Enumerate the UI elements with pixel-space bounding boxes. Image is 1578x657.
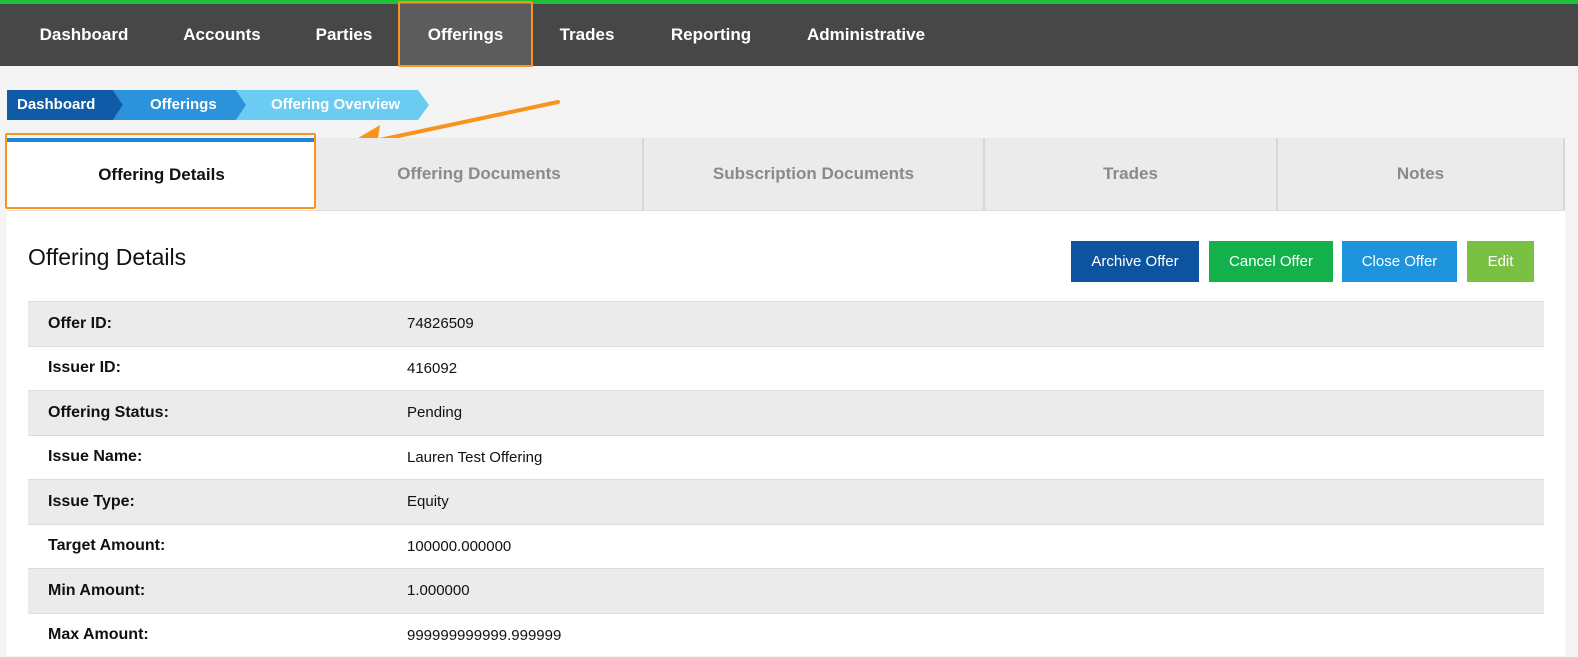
detail-label: Target Amount: (28, 537, 407, 555)
detail-label: Issue Name: (28, 448, 407, 466)
detail-row-min-amount: Min Amount: 1.000000 (28, 568, 1544, 613)
edit-button[interactable]: Edit (1467, 241, 1534, 282)
detail-label: Min Amount: (28, 582, 407, 600)
detail-value: 416092 (407, 360, 457, 377)
nav-trades[interactable]: Trades (546, 4, 628, 66)
detail-row-issue-type: Issue Type: Equity (28, 479, 1544, 524)
detail-value: 999999999999.999999 (407, 627, 561, 644)
panel-title: Offering Details (28, 244, 186, 271)
tab-offering-documents[interactable]: Offering Documents (316, 138, 642, 210)
detail-label: Issuer ID: (28, 359, 407, 377)
cancel-offer-button[interactable]: Cancel Offer (1209, 241, 1333, 282)
nav-accounts[interactable]: Accounts (166, 4, 278, 66)
detail-row-issue-name: Issue Name: Lauren Test Offering (28, 435, 1544, 480)
tab-subscription-documents[interactable]: Subscription Documents (642, 138, 983, 210)
details-table: Offer ID: 74826509 Issuer ID: 416092 Off… (28, 301, 1544, 657)
tab-offering-details[interactable]: Offering Details (7, 138, 316, 210)
tab-trades[interactable]: Trades (983, 138, 1276, 210)
detail-row-offer-id: Offer ID: 74826509 (28, 301, 1544, 346)
detail-value: 74826509 (407, 315, 474, 332)
detail-label: Issue Type: (28, 493, 407, 511)
breadcrumb-offerings[interactable]: Offerings (150, 90, 230, 120)
detail-row-max-amount: Max Amount: 999999999999.999999 (28, 613, 1544, 657)
nav-dashboard[interactable]: Dashboard (18, 4, 150, 66)
detail-value: 1.000000 (407, 582, 470, 599)
nav-offerings[interactable]: Offerings (400, 4, 531, 66)
breadcrumb-dashboard[interactable]: Dashboard (17, 90, 107, 120)
detail-row-offering-status: Offering Status: Pending (28, 390, 1544, 435)
archive-offer-button[interactable]: Archive Offer (1071, 241, 1199, 282)
detail-value: 100000.000000 (407, 538, 511, 555)
top-navigation-bar: Dashboard Accounts Parties Offerings Tra… (0, 0, 1578, 66)
detail-value: Pending (407, 404, 462, 421)
detail-row-issuer-id: Issuer ID: 416092 (28, 346, 1544, 391)
detail-label: Offer ID: (28, 315, 407, 333)
close-offer-button[interactable]: Close Offer (1342, 241, 1457, 282)
detail-value: Equity (407, 493, 449, 510)
nav-reporting[interactable]: Reporting (656, 4, 766, 66)
nav-administrative[interactable]: Administrative (796, 4, 936, 66)
nav-parties[interactable]: Parties (300, 4, 388, 66)
detail-label: Offering Status: (28, 404, 407, 422)
detail-value: Lauren Test Offering (407, 449, 542, 466)
tab-notes[interactable]: Notes (1276, 138, 1565, 210)
tabs-row: Offering Details Offering Documents Subs… (7, 138, 1565, 211)
detail-label: Max Amount: (28, 626, 407, 644)
detail-row-target-amount: Target Amount: 100000.000000 (28, 524, 1544, 569)
offering-details-panel: Offering Details Archive Offer Cancel Of… (7, 211, 1565, 656)
